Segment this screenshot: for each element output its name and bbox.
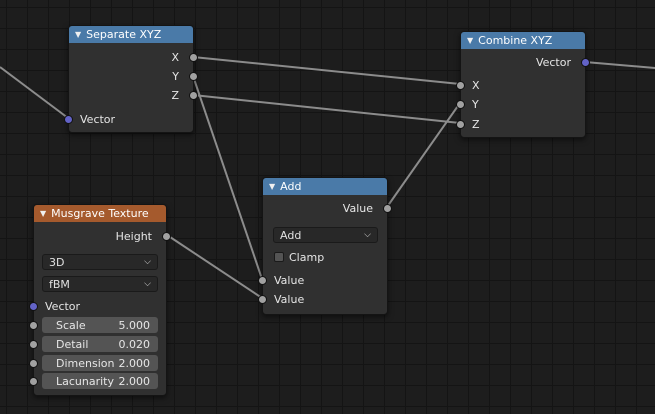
node-title: Separate XYZ [86,28,162,41]
input-socket-value-1[interactable] [258,276,267,285]
input-socket-vector[interactable] [64,115,73,124]
output-socket-z[interactable] [189,91,198,100]
link-incoming-to-separate-vector [0,66,69,119]
input-socket-x[interactable] [456,81,465,90]
link-separate-z-to-combine-z [192,94,461,124]
chevron-down-icon: ⌵ [144,279,151,289]
operation-dropdown[interactable]: Add ⌵ [273,227,378,243]
collapse-arrow-icon[interactable]: ▼ [75,30,81,39]
chevron-down-icon: ⌵ [364,230,371,240]
input-x: X [456,76,585,94]
separate-xyz-header[interactable]: ▼ Separate XYZ [69,26,193,43]
field-label: Detail [56,337,89,351]
output-x: X [69,48,198,66]
node-title: Combine XYZ [478,34,553,47]
field-label: Scale [56,318,86,332]
chevron-down-icon: ⌵ [144,257,151,267]
input-value-1: Value [258,271,387,289]
clamp-toggle[interactable]: Clamp [263,248,387,266]
field-label: Lacunarity [56,374,115,388]
type-dropdown[interactable]: fBM ⌵ [42,276,158,292]
socket-label: Z [171,88,179,102]
field-value: 0.020 [118,337,151,351]
output-z: Z [69,86,198,104]
dropdown-value: Add [280,228,302,242]
add-header[interactable]: ▼ Add [263,178,387,195]
input-socket-detail[interactable] [29,340,38,349]
collapse-arrow-icon[interactable]: ▼ [467,36,473,45]
socket-label: Height [115,229,152,243]
link-combine-vector-out [584,61,655,69]
input-socket-vector[interactable] [29,302,38,311]
output-y: Y [69,67,198,85]
collapse-arrow-icon[interactable]: ▼ [269,182,275,191]
input-socket-scale[interactable] [29,321,38,330]
link-separate-x-to-combine-x [192,56,461,85]
output-height: Height [34,227,171,245]
separate-xyz-node[interactable]: ▼ Separate XYZ X Y Z Vector [64,25,198,133]
input-value-2: Value [258,290,387,308]
socket-label: X [472,78,480,92]
socket-label: Value [274,292,305,306]
add-node[interactable]: ▼ Add Value Add ⌵ Clamp Value Value [258,177,392,315]
scale-field[interactable]: Scale 5.000 [42,317,158,333]
combine-xyz-header[interactable]: ▼ Combine XYZ [461,32,585,49]
link-musgrave-height-to-add-value2 [166,234,263,299]
input-socket-z[interactable] [456,120,465,129]
musgrave-texture-header[interactable]: ▼ Musgrave Texture [34,205,166,222]
dropdown-value: 3D [49,255,65,269]
socket-label: Vector [80,112,116,126]
input-socket-value-2[interactable] [258,295,267,304]
detail-field[interactable]: Detail 0.020 [42,336,158,352]
output-vector: Vector [461,53,590,71]
socket-label: Y [472,97,479,111]
output-socket-value[interactable] [383,204,392,213]
field-value: 2.000 [118,356,151,370]
dropdown-value: fBM [49,277,70,291]
socket-label: Z [472,117,480,131]
input-vector: Vector [64,110,193,128]
input-y: Y [456,95,585,113]
field-value: 5.000 [118,318,151,332]
combine-xyz-node[interactable]: ▼ Combine XYZ Vector X Y Z [456,31,590,138]
clamp-checkbox[interactable] [274,252,284,262]
musgrave-texture-node[interactable]: ▼ Musgrave Texture Height 3D ⌵ fBM ⌵ Vec… [29,204,171,396]
output-socket-y[interactable] [189,72,198,81]
node-title: Add [280,180,302,193]
lacunarity-field[interactable]: Lacunarity 2.000 [42,373,158,389]
output-socket-vector[interactable] [581,58,590,67]
socket-label: Vector [535,55,571,69]
input-socket-dimension[interactable] [29,359,38,368]
output-value: Value [263,199,392,217]
link-add-value-to-combine-y [386,102,461,208]
input-z: Z [456,115,585,133]
dimension-field[interactable]: Dimension 2.000 [42,355,158,371]
link-separate-y-to-add-value1 [192,75,263,280]
input-socket-y[interactable] [456,100,465,109]
collapse-arrow-icon[interactable]: ▼ [40,209,46,218]
input-socket-lacunarity[interactable] [29,377,38,386]
input-vector: Vector [29,297,166,315]
field-label: Dimension [56,356,115,370]
node-title: Musgrave Texture [51,207,149,220]
socket-label: Vector [45,299,81,313]
socket-label: Y [172,69,179,83]
output-socket-x[interactable] [189,53,198,62]
socket-label: Value [342,201,373,215]
dimensions-dropdown[interactable]: 3D ⌵ [42,254,158,270]
clamp-label: Clamp [289,250,325,264]
output-socket-height[interactable] [162,232,171,241]
socket-label: X [171,50,179,64]
socket-label: Value [274,273,305,287]
field-value: 2.000 [118,374,151,388]
